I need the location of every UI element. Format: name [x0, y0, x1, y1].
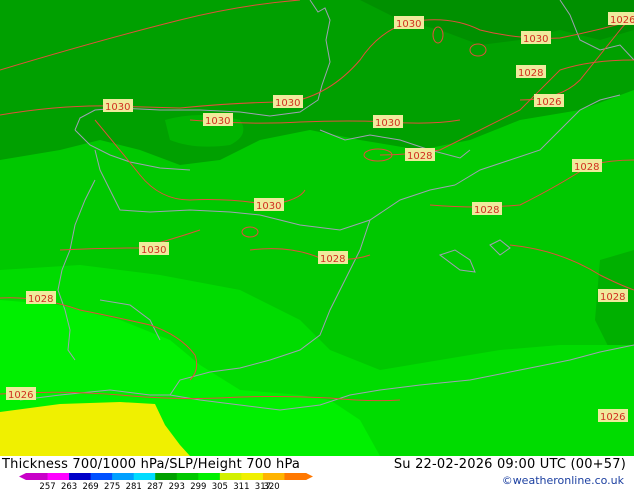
label-text: 1026 [610, 15, 634, 26]
label-text: 1026 [536, 97, 561, 108]
map-title: Thickness 700/1000 hPa/SLP/Height 700 hP… [2, 457, 301, 472]
scale-swatch [155, 473, 178, 480]
scale-swatch [241, 473, 264, 480]
label-text: 1028 [518, 68, 543, 79]
label-text: 1028 [320, 254, 345, 265]
credit-link[interactable]: ©weatheronline.co.uk [502, 474, 624, 487]
scale-tick-label: 257 [39, 482, 55, 490]
scale-tick-label: 263 [61, 482, 77, 490]
label-text: 1030 [256, 201, 281, 212]
scale-swatch [176, 473, 199, 480]
isobar-label: 1026 [6, 387, 36, 401]
isobar-label: 1030 [273, 95, 303, 109]
label-text: 1028 [474, 205, 499, 216]
isobar-label: 1028 [516, 65, 546, 79]
label-text: 1028 [574, 162, 599, 173]
isobar-label: 1030 [394, 16, 424, 30]
label-text: 1028 [28, 294, 53, 305]
isobar-label: 1026 [608, 12, 634, 26]
scale-tick-label: 311 [233, 482, 249, 490]
scale-tick-label: 320 [263, 482, 279, 490]
isobar-label: 1030 [521, 31, 551, 45]
label-text: 1026 [600, 412, 625, 423]
isobar-label: 1030 [203, 113, 233, 127]
scale-swatch [198, 473, 221, 480]
isobar-label: 1028 [472, 202, 502, 216]
scale-swatch [262, 473, 285, 480]
label-text: 1028 [600, 292, 625, 303]
map-canvas: 1030 1030 1030 1030 1030 1030 1030 1030 … [0, 0, 634, 456]
isobar-label: 1028 [318, 251, 348, 265]
scale-tick-label: 275 [104, 482, 120, 490]
scale-arrow-right [306, 473, 313, 480]
isobar-label: 1030 [373, 115, 403, 129]
scale-tick-label: 269 [82, 482, 98, 490]
label-text: 1030 [105, 102, 130, 113]
label-text: 1028 [407, 151, 432, 162]
scale-swatch [90, 473, 113, 480]
isobar-label: 1028 [572, 159, 602, 173]
map-footer: Thickness 700/1000 hPa/SLP/Height 700 hP… [0, 456, 634, 490]
scale-swatch [133, 473, 156, 480]
label-text: 1030 [141, 245, 166, 256]
isobar-label: 1026 [534, 94, 564, 108]
isobar-label: 1026 [598, 409, 628, 423]
label-text: 1030 [396, 19, 421, 30]
scale-swatch [219, 473, 242, 480]
scale-swatch [112, 473, 135, 480]
label-text: 1030 [275, 98, 300, 109]
scale-tick-label: 293 [169, 482, 185, 490]
isobar-label: 1028 [405, 148, 435, 162]
scale-tick-label: 299 [190, 482, 206, 490]
isobar-label: 1028 [26, 291, 56, 305]
scale-swatch [284, 473, 307, 480]
weather-map: 1030 1030 1030 1030 1030 1030 1030 1030 … [0, 0, 634, 456]
scale-swatch [47, 473, 70, 480]
isobar-label: 1030 [103, 99, 133, 113]
label-text: 1026 [8, 390, 33, 401]
isobar-label: 1030 [139, 242, 169, 256]
scale-tick-label: 287 [147, 482, 163, 490]
scale-arrow-left [19, 473, 26, 480]
isobar-label: 1028 [598, 289, 628, 303]
label-text: 1030 [375, 118, 400, 129]
color-scale: 257 263 269 275 281 287 293 299 305 311 317320 [19, 473, 313, 490]
scale-tick-label: 305 [212, 482, 228, 490]
scale-swatch [69, 473, 92, 480]
valid-time: Su 22-02-2026 09:00 UTC (00+57) [393, 457, 626, 472]
scale-tick-label: 281 [126, 482, 142, 490]
label-text: 1030 [523, 34, 548, 45]
isobar-label: 1030 [254, 198, 284, 212]
scale-swatch [26, 473, 49, 480]
label-text: 1030 [205, 116, 230, 127]
